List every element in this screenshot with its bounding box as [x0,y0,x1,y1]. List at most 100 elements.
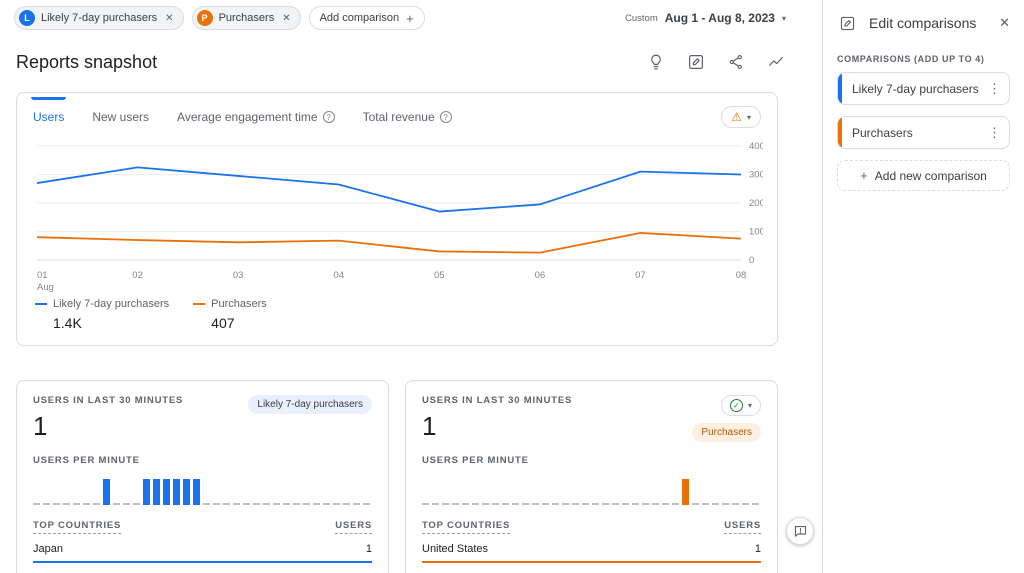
users-line-chart: 010020030040001Aug02030405060708 [33,138,763,296]
realtime-card-purchasers: USERS IN LAST 30 MINUTES 1 ✓ ▾ Purchaser… [405,380,778,573]
main-area: L Likely 7-day purchasers ✕ P Purchasers… [0,0,822,573]
metric-tabs: Users New users Average engagement time … [33,93,761,128]
insights-lightbulb-icon[interactable] [646,52,666,72]
chart-legend: Likely 7-day purchasers 1.4K Purchasers … [33,298,761,331]
tab-total-revenue[interactable]: Total revenue ? [363,110,452,124]
panel-header: Edit comparisons ✕ [823,0,1024,46]
close-icon[interactable]: ✕ [165,13,173,24]
tab-new-users[interactable]: New users [92,110,149,124]
add-new-comparison-button[interactable]: + Add new comparison [837,160,1010,191]
comparison-chip-label: Purchasers [219,12,275,24]
legend-total: 407 [211,315,267,331]
country-users: 1 [755,543,761,555]
panel-title: Edit comparisons [869,15,987,31]
svg-text:07: 07 [635,270,646,281]
page-title: Reports snapshot [16,52,157,73]
svg-text:05: 05 [434,270,445,281]
svg-text:03: 03 [233,270,244,281]
users-per-minute-label: USERS PER MINUTE [33,455,372,466]
comparison-item-likely-7-day-purchasers[interactable]: Likely 7-day purchasers ⋮ [837,72,1010,105]
date-range-type: Custom [625,13,658,24]
share-icon[interactable] [726,52,746,72]
country-name: Japan [33,543,63,555]
comparisons-section-label: COMPARISONS (ADD UP TO 4) [823,46,1024,72]
feedback-chat-icon [793,524,808,539]
warning-icon: ⚠ [731,111,742,123]
svg-text:400: 400 [749,141,763,152]
table-row[interactable]: United States 1 [422,534,761,563]
date-range-picker[interactable]: Custom Aug 1 - Aug 8, 2023 ▾ [625,11,786,25]
date-range-value: Aug 1 - Aug 8, 2023 [665,11,775,25]
feedback-button[interactable] [786,517,814,545]
users-30min-value: 1 [33,411,183,442]
legend-line-swatch [35,303,47,305]
plus-icon: + [860,168,868,183]
users-30min-value: 1 [422,411,572,442]
add-comparison-button[interactable]: Add comparison + [309,6,425,30]
svg-text:08: 08 [736,270,747,281]
metrics-chart-card: Users New users Average engagement time … [16,92,778,346]
svg-text:300: 300 [749,170,763,181]
top-countries-header: TOP COUNTRIES [422,520,510,534]
legend-line-swatch [193,303,205,305]
info-icon: ? [440,111,452,123]
add-new-comparison-label: Add new comparison [875,169,987,183]
add-comparison-label: Add comparison [320,12,400,24]
close-icon[interactable]: ✕ [282,13,290,24]
svg-text:Aug: Aug [37,282,54,293]
svg-text:06: 06 [535,270,546,281]
users-column-header: USERS [335,520,372,534]
country-name: United States [422,543,488,555]
users-30min-label: USERS IN LAST 30 MINUTES [33,395,183,406]
comparison-item-label: Likely 7-day purchasers [852,82,980,96]
country-users: 1 [366,543,372,555]
comparison-bar: L Likely 7-day purchasers ✕ P Purchasers… [0,0,822,36]
tab-average-engagement-time[interactable]: Average engagement time ? [177,110,335,124]
data-quality-warning-button[interactable]: ⚠ ▾ [721,106,761,128]
plus-icon: + [406,11,414,26]
comparison-letter-badge: L [19,10,35,26]
tab-users[interactable]: Users [33,110,64,124]
comparison-badge: Likely 7-day purchasers [248,395,372,414]
legend-label: Purchasers [211,298,267,310]
realtime-card-likely-7-day-purchasers: USERS IN LAST 30 MINUTES 1 Likely 7-day … [16,380,389,573]
comparison-color-accent [838,73,842,104]
svg-text:01: 01 [37,270,48,281]
svg-text:0: 0 [749,255,754,266]
edit-comparisons-panel: Edit comparisons ✕ COMPARISONS (ADD UP T… [822,0,1024,573]
comparison-chip-purchasers[interactable]: P Purchasers ✕ [192,6,301,30]
users-per-minute-chart [422,477,761,505]
info-icon: ? [323,111,335,123]
legend-item: Likely 7-day purchasers 1.4K [35,298,169,331]
comparison-badge: Purchasers [692,423,761,442]
realtime-cards: USERS IN LAST 30 MINUTES 1 Likely 7-day … [16,380,778,573]
page-header: Reports snapshot [0,36,822,88]
header-actions [646,52,786,72]
check-circle-icon: ✓ [730,399,743,412]
comparison-item-purchasers[interactable]: Purchasers ⋮ [837,116,1010,149]
insights-trend-icon[interactable] [766,52,786,72]
more-options-icon[interactable]: ⋮ [980,125,1009,141]
legend-label: Likely 7-day purchasers [53,298,169,310]
users-per-minute-chart [33,477,372,505]
svg-text:04: 04 [333,270,344,281]
comparison-letter-badge: P [197,10,213,26]
table-row[interactable]: Japan 1 [33,534,372,563]
comparison-item-label: Purchasers [852,126,980,140]
svg-text:100: 100 [749,227,763,238]
comparison-chip-label: Likely 7-day purchasers [41,12,157,24]
users-column-header: USERS [724,520,761,534]
top-countries-header: TOP COUNTRIES [33,520,121,534]
legend-total: 1.4K [53,315,169,331]
comparison-chips: L Likely 7-day purchasers ✕ P Purchasers… [14,6,425,30]
data-quality-ok-button[interactable]: ✓ ▾ [721,395,761,416]
edit-comparisons-icon [837,13,857,33]
customize-report-icon[interactable] [686,52,706,72]
chevron-down-icon: ▾ [747,113,751,122]
chevron-down-icon: ▾ [782,14,786,23]
users-30min-label: USERS IN LAST 30 MINUTES [422,395,572,406]
close-icon[interactable]: ✕ [999,15,1010,31]
analytics-app: L Likely 7-day purchasers ✕ P Purchasers… [0,0,1024,573]
more-options-icon[interactable]: ⋮ [980,81,1009,97]
comparison-chip-likely-7-day-purchasers[interactable]: L Likely 7-day purchasers ✕ [14,6,184,30]
